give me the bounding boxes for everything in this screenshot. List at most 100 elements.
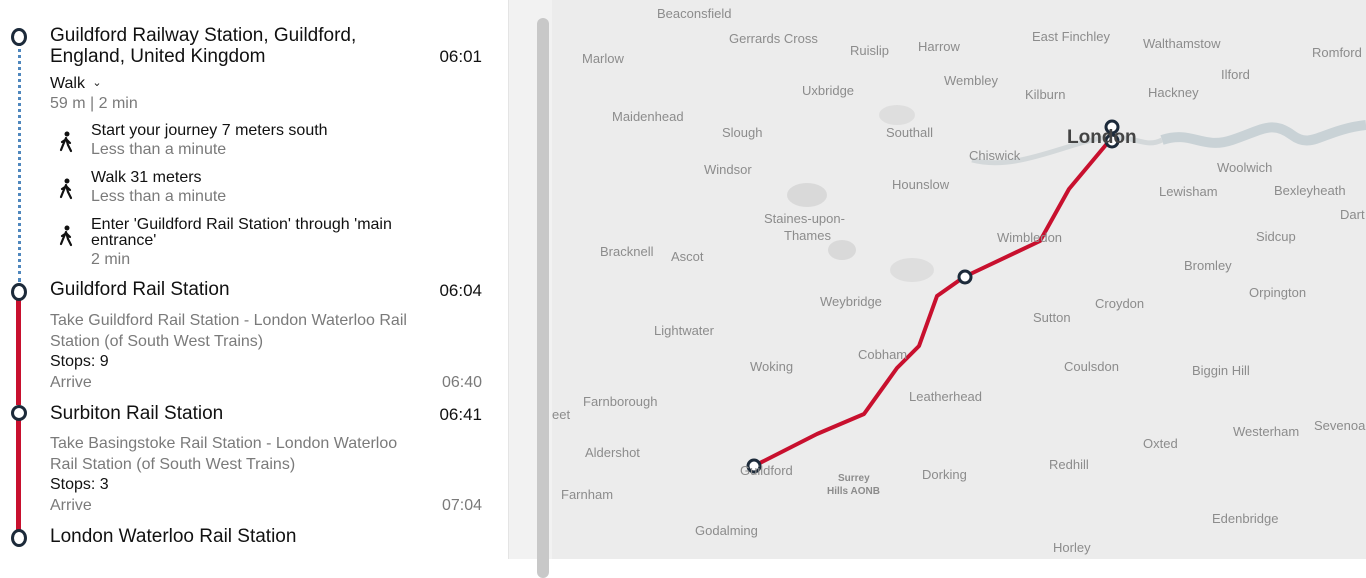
walk-step-3-duration: 2 min [91,251,131,268]
place-label: Farnham [561,487,614,502]
directions-panel: Guildford Railway Station, Guildford, En… [0,0,508,559]
place-label: Biggin Hill [1192,363,1250,378]
place-label: Dart [1340,207,1365,222]
place-label: Godalming [695,523,758,538]
place-label: Lewisham [1159,184,1218,199]
place-label: Marlow [582,51,624,66]
chevron-down-icon: ⌄ [92,77,102,89]
place-label: Gerrards Cross [729,31,818,46]
place-label: Southall [886,125,933,140]
place-label: Hounslow [892,177,950,192]
leg-2-arrive-label: Arrive [50,497,92,514]
place-label: Sidcup [1256,229,1296,244]
place-label: Woolwich [1217,160,1273,175]
place-label: Kilburn [1025,87,1066,102]
place-label: Slough [722,125,763,140]
walk-step-2-duration: Less than a minute [91,188,227,205]
river-thames [1160,120,1366,148]
rail-route-line-2 [16,418,21,530]
place-label: Sevenoa [1314,418,1366,433]
leg-2-service-line2: Rail Station (of South West Trains) [50,456,296,473]
place-label: Orpington [1249,285,1307,300]
place-label: Staines-upon- [764,211,845,226]
place-label: Ruislip [850,43,890,58]
place-label: Woking [750,359,794,374]
leg-1-arrive-time: 06:40 [441,374,482,391]
place-label: Hackney [1148,85,1199,100]
place-label: Maidenhead [612,109,684,124]
place-label: Aldershot [585,445,640,460]
route-map[interactable]: Beaconsfield Gerrards Cross Ruislip Harr… [552,0,1366,559]
place-label: Romford [1312,45,1362,60]
place-label: Beaconsfield [657,6,732,21]
origin-name-line2: England, United Kingdom [50,46,266,67]
park-area [890,258,934,282]
place-label: Lightwater [654,323,714,338]
reservoir [828,240,856,260]
scrollbar-thumb[interactable] [537,18,549,578]
place-label: Coulsdon [1064,359,1119,374]
pedestrian-icon [59,225,73,247]
place-label: Bromley [1184,258,1232,273]
leg-1-stops: Stops: 9 [50,353,109,370]
stop-marker-surbiton [11,405,27,421]
surbiton-marker[interactable] [957,269,973,285]
place-label: Croydon [1095,296,1145,311]
leg-1-service-line2: Station (of South West Trains) [50,333,264,350]
walk-step-3-instruction-line2: entrance' [91,232,157,249]
place-label: Hills AONB [827,486,880,497]
leg-2-station: Surbiton Rail Station [50,403,224,424]
place-label: eet [552,407,571,422]
place-label: Horley [1053,540,1091,555]
pedestrian-icon [59,178,73,200]
place-label: Chiswick [969,148,1021,163]
place-label: Oxted [1143,436,1178,451]
place-label: East Finchley [1032,29,1111,44]
leg-2-service-line1: Take Basingstoke Rail Station - London W… [50,435,398,452]
destination-name: London Waterloo Rail Station [50,526,297,547]
walk-step-1-duration: Less than a minute [91,141,227,158]
place-label: Cobham [858,347,908,362]
place-label: Windsor [704,162,752,177]
place-label: Sutton [1033,310,1071,325]
origin-name-line1: Guildford Railway Station, Guildford, [50,25,357,46]
place-label: Leatherhead [909,389,983,404]
origin-time: 06:01 [439,47,482,66]
pedestrian-icon [59,131,73,153]
place-label: Bexleyheath [1274,183,1346,198]
place-label: Thames [784,228,831,243]
place-label: Dorking [922,467,967,482]
walk-summary: 59 m | 2 min [50,95,138,112]
leg-2-arrive-time: 07:04 [441,497,482,514]
walk-toggle[interactable]: Walk ⌄ [50,75,102,93]
place-label: Edenbridge [1212,511,1279,526]
place-label: Farnborough [583,394,658,409]
place-label: Ascot [671,249,704,264]
place-label: Bracknell [600,244,654,259]
walk-step-2-instruction: Walk 31 meters [91,169,202,186]
place-label: Surrey [838,473,870,484]
leg-1-arrive-label: Arrive [50,374,92,391]
place-label-major: London [1067,127,1137,148]
place-label: Wimbledon [997,230,1063,245]
leg-1-service-line1: Take Guildford Rail Station - London Wat… [50,312,407,329]
place-label: Wembley [944,73,998,88]
walk-mode-label: Walk [50,75,85,92]
walk-step-1-instruction: Start your journey 7 meters south [91,122,328,139]
park-area [879,105,915,125]
leg-2-stops: Stops: 3 [50,476,109,493]
leg-2-depart-time: 06:41 [439,405,482,424]
place-label: Weybridge [820,294,882,309]
place-label: Uxbridge [802,83,855,98]
place-label: Walthamstow [1143,36,1221,51]
rail-route-line-1 [16,295,21,405]
reservoir [787,183,827,207]
place-label: Redhill [1049,457,1089,472]
walk-route-line [18,42,24,282]
origin-marker [11,28,27,46]
leg-1-station: Guildford Rail Station [50,279,230,300]
destination-marker [11,529,27,547]
leg-1-depart-time: 06:04 [439,281,482,300]
place-label: Harrow [918,39,960,54]
place-label: Westerham [1233,424,1300,439]
